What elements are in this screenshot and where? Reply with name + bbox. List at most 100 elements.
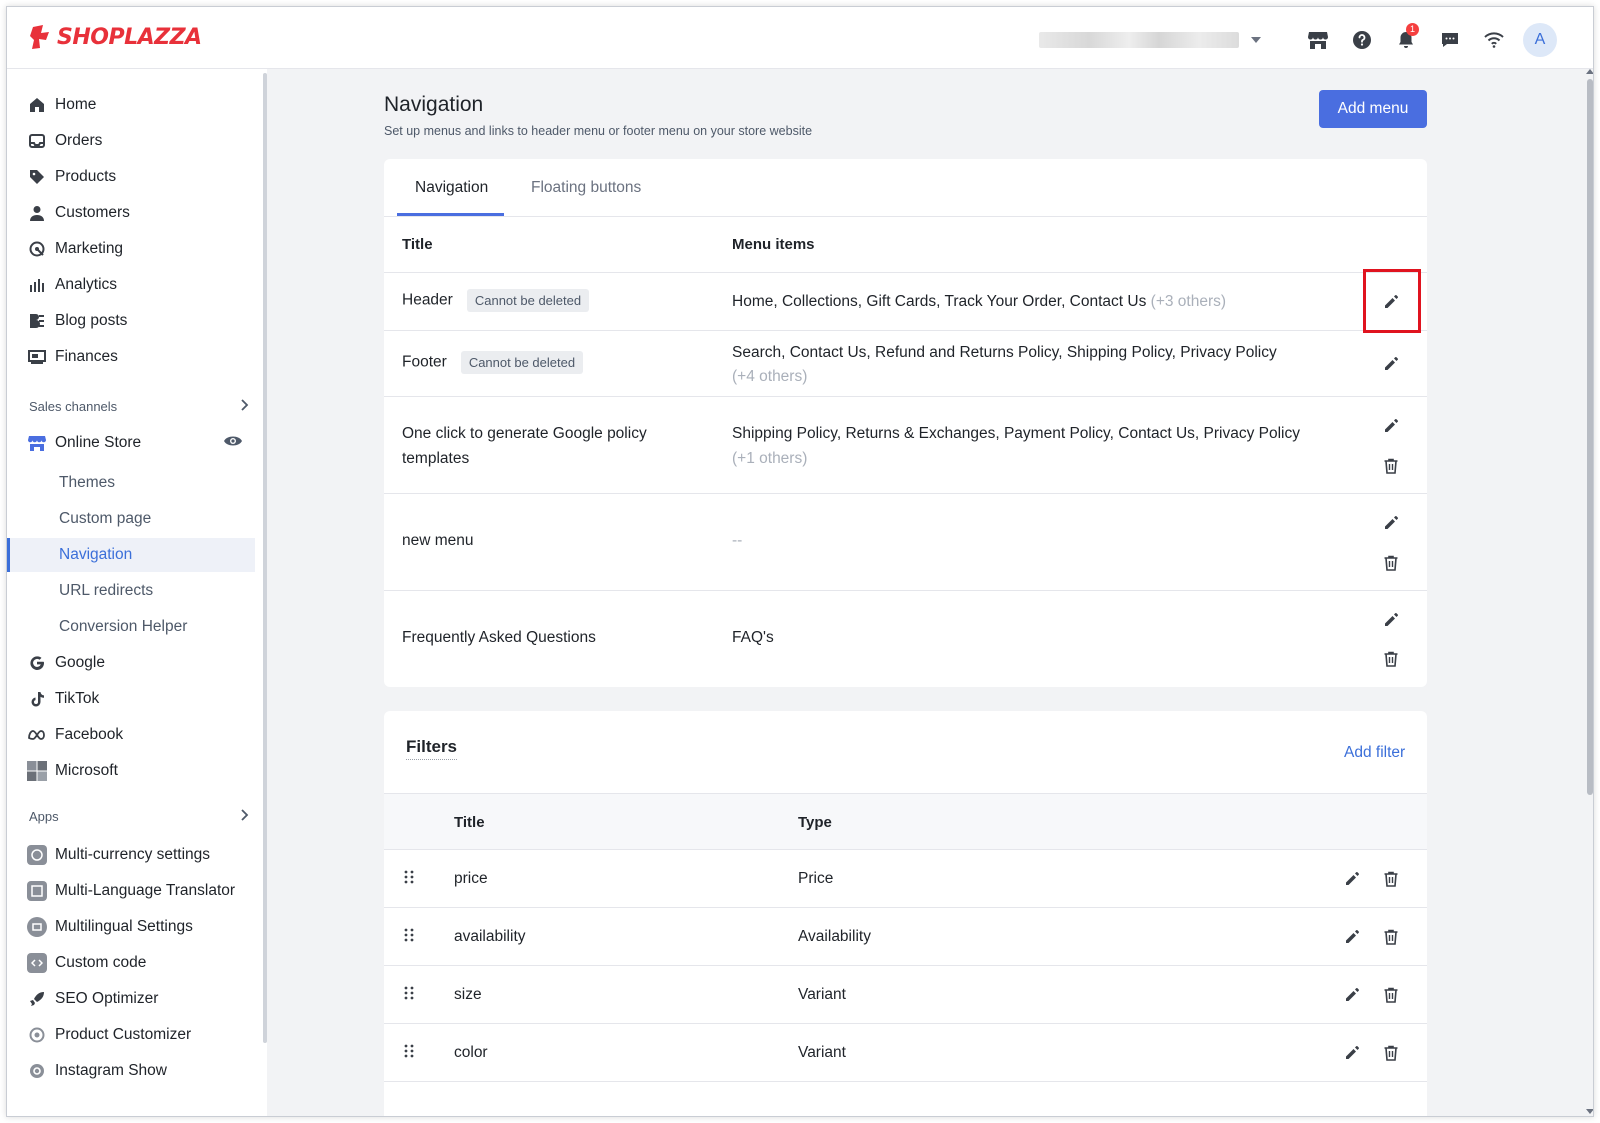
main-scrollbar[interactable]: [1585, 69, 1593, 1116]
bell-icon[interactable]: 1: [1391, 23, 1421, 55]
tab-floating-buttons[interactable]: Floating buttons: [531, 179, 641, 197]
menu-items-cell: Search, Contact Us, Refund and Returns P…: [732, 341, 1292, 389]
table-row[interactable]: color Variant: [384, 1024, 1427, 1082]
column-header-type: Type: [798, 814, 832, 831]
scrollbar-thumb[interactable]: [1587, 79, 1593, 795]
filter-type: Variant: [798, 986, 846, 1003]
sidebar-item-google[interactable]: Google: [7, 647, 255, 679]
sidebar-item-orders[interactable]: Orders: [7, 125, 255, 157]
menu-title: Header: [402, 291, 453, 309]
wifi-icon[interactable]: [1479, 25, 1509, 55]
table-row[interactable]: Header Cannot be deleted Home, Collection…: [384, 273, 1427, 331]
sidebar-app-multi-currency[interactable]: Multi-currency settings: [7, 839, 255, 871]
sidebar-item-label: Instagram Show: [55, 1062, 167, 1079]
store-selector[interactable]: [1039, 31, 1269, 49]
sidebar-item-label: Blog posts: [55, 312, 128, 329]
table-row[interactable]: new menu --: [384, 494, 1427, 591]
trash-icon[interactable]: [1380, 648, 1402, 670]
sidebar-item-analytics[interactable]: Analytics: [7, 269, 255, 301]
instagram-icon: [27, 1061, 47, 1081]
drag-handle-icon[interactable]: [404, 986, 414, 1005]
shoplazza-logo-icon: [30, 25, 49, 49]
edit-icon[interactable]: [1380, 609, 1402, 631]
menu-items-cell: Home, Collections, Gift Cards, Track You…: [732, 293, 1226, 311]
sidebar-item-facebook[interactable]: Facebook: [7, 719, 255, 751]
sidebar-item-themes[interactable]: Themes: [7, 466, 255, 500]
sidebar-item-custom-page[interactable]: Custom page: [7, 502, 255, 536]
sidebar-item-label: Marketing: [55, 240, 124, 257]
sidebar-app-seo-optimizer[interactable]: SEO Optimizer: [7, 983, 255, 1015]
sales-channels-section[interactable]: Sales channels: [29, 399, 249, 414]
table-row[interactable]: One click to generate Google policy temp…: [384, 397, 1427, 494]
drag-handle-icon[interactable]: [404, 870, 414, 889]
eye-icon[interactable]: [223, 434, 243, 453]
rocket-icon: [27, 989, 47, 1009]
add-menu-button[interactable]: Add menu: [1319, 90, 1427, 128]
table-row[interactable]: availability Availability: [384, 908, 1427, 966]
sidebar-app-multilingual[interactable]: Multilingual Settings: [7, 911, 255, 943]
navigation-card: Navigation Floating buttons Title Menu i…: [384, 159, 1427, 687]
table-row[interactable]: price Price: [384, 850, 1427, 908]
table-row[interactable]: size Variant: [384, 966, 1427, 1024]
sidebar-app-instagram-show[interactable]: Instagram Show: [7, 1055, 255, 1087]
trash-icon[interactable]: [1380, 926, 1402, 948]
add-filter-link[interactable]: Add filter: [1344, 744, 1405, 762]
sidebar-app-product-customizer[interactable]: Product Customizer: [7, 1019, 255, 1051]
filters-card: Filters Add filter Title Type price Pric…: [384, 711, 1427, 1116]
trash-icon[interactable]: [1380, 455, 1402, 477]
tab-navigation[interactable]: Navigation: [415, 179, 488, 197]
scroll-up-arrow-icon[interactable]: [1586, 69, 1593, 74]
sidebar-app-custom-code[interactable]: Custom code: [7, 947, 255, 979]
filter-type: Availability: [798, 928, 871, 945]
drag-handle-icon[interactable]: [404, 1044, 414, 1063]
sidebar-item-products[interactable]: Products: [7, 161, 255, 193]
sidebar-item-online-store[interactable]: Online Store: [7, 427, 255, 459]
sidebar-item-label: Custom code: [55, 954, 147, 971]
edit-icon[interactable]: [1380, 353, 1402, 375]
sidebar-item-conversion-helper[interactable]: Conversion Helper: [7, 610, 255, 644]
sidebar-item-customers[interactable]: Customers: [7, 197, 255, 229]
sidebar-item-label: Facebook: [55, 726, 124, 743]
help-icon[interactable]: [1347, 25, 1377, 55]
sidebar-item-label: Products: [55, 168, 117, 185]
chat-icon[interactable]: [1435, 25, 1465, 55]
trash-icon[interactable]: [1380, 552, 1402, 574]
apps-section[interactable]: Apps: [29, 809, 249, 824]
edit-icon[interactable]: [1341, 984, 1363, 1006]
drag-handle-icon[interactable]: [404, 928, 414, 947]
menu-title: Footer: [402, 353, 447, 371]
sidebar-item-finances[interactable]: Finances: [7, 341, 255, 373]
logo[interactable]: SHOPLAZZA: [29, 24, 202, 50]
customizer-icon: [27, 1025, 47, 1045]
sidebar-item-label: Multi-Language Translator: [55, 882, 236, 899]
sidebar-item-home[interactable]: Home: [7, 89, 255, 121]
sidebar-app-translator[interactable]: Multi-Language Translator: [7, 875, 255, 907]
sidebar-item-blog-posts[interactable]: Blog posts: [7, 305, 255, 337]
sidebar-item-navigation[interactable]: Navigation: [7, 538, 255, 572]
sidebar-item-marketing[interactable]: Marketing: [7, 233, 255, 265]
sidebar-item-tiktok[interactable]: TikTok: [7, 683, 255, 715]
trash-icon[interactable]: [1380, 984, 1402, 1006]
trash-icon[interactable]: [1380, 868, 1402, 890]
table-row[interactable]: Frequently Asked Questions FAQ's: [384, 591, 1427, 687]
edit-icon[interactable]: [1341, 868, 1363, 890]
store-icon[interactable]: [1303, 25, 1333, 55]
sidebar-item-label: Google: [55, 654, 105, 671]
edit-icon[interactable]: [1341, 926, 1363, 948]
brand-name: SHOPLAZZA: [57, 24, 202, 50]
sidebar-item-microsoft[interactable]: Microsoft: [7, 755, 255, 787]
edit-icon[interactable]: [1341, 1042, 1363, 1064]
sidebar-item-label: Online Store: [55, 434, 142, 451]
sidebar-item-url-redirects[interactable]: URL redirects: [7, 574, 255, 608]
tiktok-icon: [27, 689, 47, 709]
table-row[interactable]: Footer Cannot be deleted Search, Contact …: [384, 331, 1427, 397]
edit-icon[interactable]: [1380, 512, 1402, 534]
trash-icon[interactable]: [1380, 1042, 1402, 1064]
code-app-icon: [27, 953, 47, 973]
finances-icon: [27, 347, 47, 367]
avatar[interactable]: A: [1523, 23, 1557, 57]
scroll-down-arrow-icon[interactable]: [1586, 1109, 1593, 1114]
highlight-box: [1363, 269, 1421, 333]
currency-app-icon: [27, 845, 47, 865]
edit-icon[interactable]: [1380, 415, 1402, 437]
